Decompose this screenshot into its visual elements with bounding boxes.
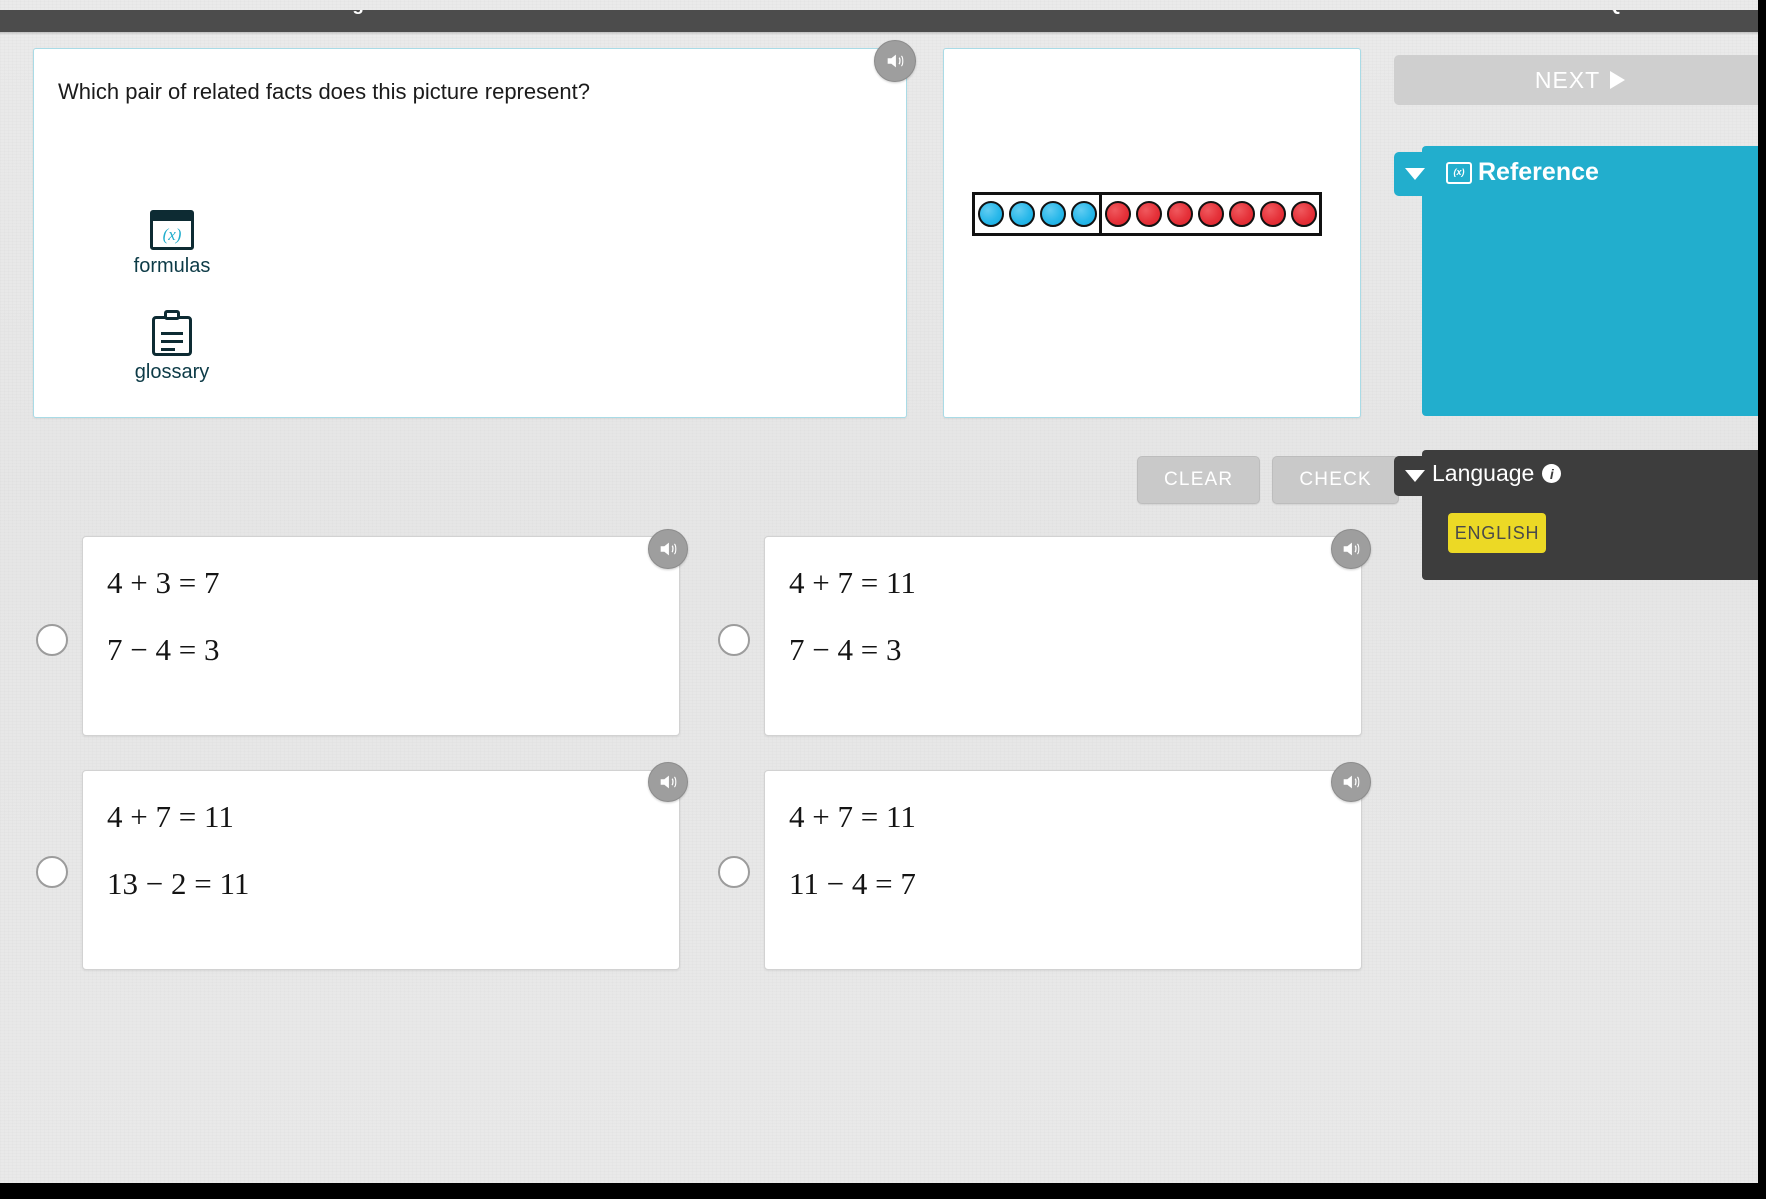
ten-frame-counters — [972, 192, 1322, 236]
next-button-label: NEXT — [1534, 66, 1601, 93]
speaker-icon — [660, 775, 677, 789]
formula-window-icon: (x) — [150, 210, 194, 250]
speaker-icon-option-d[interactable] — [1331, 762, 1371, 802]
counter-cell — [1006, 195, 1037, 233]
answer-option-c[interactable]: 4 + 7 = 11 13 − 2 = 11 — [82, 770, 680, 970]
reference-item-label: glossary — [134, 361, 210, 383]
counter-cell — [1133, 195, 1164, 233]
counter-cell — [1226, 195, 1257, 233]
answer-option-b[interactable]: 4 + 7 = 11 7 − 4 = 3 — [764, 536, 1362, 736]
question-counter: Question 1 of 1 — [1607, 10, 1744, 16]
answer-radio-c[interactable] — [36, 856, 68, 888]
counter-cell — [1068, 195, 1099, 233]
speaker-icon-option-a[interactable] — [648, 529, 688, 569]
speaker-icon — [1343, 542, 1360, 556]
answer-radio-b[interactable] — [718, 624, 750, 656]
clipboard-icon — [152, 310, 192, 356]
caret-down-icon — [1405, 168, 1425, 180]
reference-toggle[interactable] — [1394, 152, 1436, 196]
speaker-icon-option-b[interactable] — [1331, 529, 1371, 569]
speaker-icon-option-c[interactable] — [648, 762, 688, 802]
speaker-icon — [660, 542, 677, 556]
formula-window-icon: (x) — [1446, 161, 1472, 184]
answer-radio-d[interactable] — [718, 856, 750, 888]
answer-radio-a[interactable] — [36, 624, 68, 656]
reference-title: (x) Reference — [1446, 158, 1599, 187]
right-edge-strip — [1758, 0, 1766, 1199]
info-icon: i — [1542, 464, 1562, 483]
option-line-1: 4 + 7 = 11 — [107, 799, 234, 834]
assessment-title: Addition and Subtraction Fact Strategies… — [22, 10, 522, 16]
counter-cell — [1288, 195, 1319, 233]
counter-red — [1290, 201, 1317, 227]
reference-item-glossary[interactable]: glossary — [0, 310, 344, 384]
counter-blue — [1008, 201, 1035, 227]
speaker-icon — [1343, 775, 1360, 789]
language-toggle[interactable] — [1394, 456, 1436, 496]
formula-glyph: (x) — [162, 225, 182, 244]
answer-action-buttons: CLEAR CHECK — [1137, 456, 1399, 504]
option-line-2: 11 − 4 = 7 — [789, 866, 916, 901]
counter-red — [1135, 201, 1162, 227]
option-line-2: 13 − 2 = 11 — [107, 866, 250, 901]
caret-down-icon — [1405, 470, 1425, 482]
counter-cell — [1257, 195, 1288, 233]
counter-red — [1104, 201, 1131, 227]
counter-group-blue — [975, 195, 1099, 233]
answer-option-d[interactable]: 4 + 7 = 11 11 − 4 = 7 — [764, 770, 1362, 970]
counter-blue — [977, 201, 1004, 227]
reference-item-formulas[interactable]: (x) formulas — [0, 210, 344, 278]
check-button[interactable]: CHECK — [1272, 456, 1399, 504]
language-title: Language i — [1432, 460, 1562, 487]
option-line-1: 4 + 7 = 11 — [789, 565, 916, 600]
option-line-2: 7 − 4 = 3 — [107, 632, 220, 667]
counter-blue — [1070, 201, 1097, 227]
counter-blue — [1039, 201, 1066, 227]
top-bar-shadow — [0, 32, 1766, 35]
clear-button[interactable]: CLEAR — [1137, 456, 1261, 504]
next-button[interactable]: NEXT — [1394, 55, 1766, 105]
counter-group-red — [1099, 195, 1319, 233]
reference-title-label: Reference — [1478, 158, 1599, 186]
play-triangle-icon — [1610, 71, 1626, 89]
counter-cell — [1037, 195, 1068, 233]
speaker-icon — [887, 54, 904, 68]
answer-option-a[interactable]: 4 + 3 = 7 7 − 4 = 3 — [82, 536, 680, 736]
counter-cell — [1164, 195, 1195, 233]
option-line-1: 4 + 7 = 11 — [789, 799, 916, 834]
option-line-1: 4 + 3 = 7 — [107, 565, 220, 600]
question-prompt: Which pair of related facts does this pi… — [58, 79, 590, 104]
counter-cell — [1195, 195, 1226, 233]
counter-red — [1228, 201, 1255, 227]
language-english-button[interactable]: ENGLISH — [1448, 513, 1546, 553]
counter-red — [1259, 201, 1286, 227]
counter-red — [1166, 201, 1193, 227]
speaker-icon-question[interactable] — [874, 40, 916, 82]
counter-cell — [1102, 195, 1133, 233]
language-title-label: Language — [1432, 460, 1535, 486]
reference-item-label: formulas — [133, 255, 211, 277]
counter-cell — [975, 195, 1006, 233]
option-line-2: 7 − 4 = 3 — [789, 632, 902, 667]
bottom-edge-strip — [0, 1183, 1766, 1199]
top-bar: Addition and Subtraction Fact Strategies… — [0, 10, 1766, 32]
counter-red — [1197, 201, 1224, 227]
